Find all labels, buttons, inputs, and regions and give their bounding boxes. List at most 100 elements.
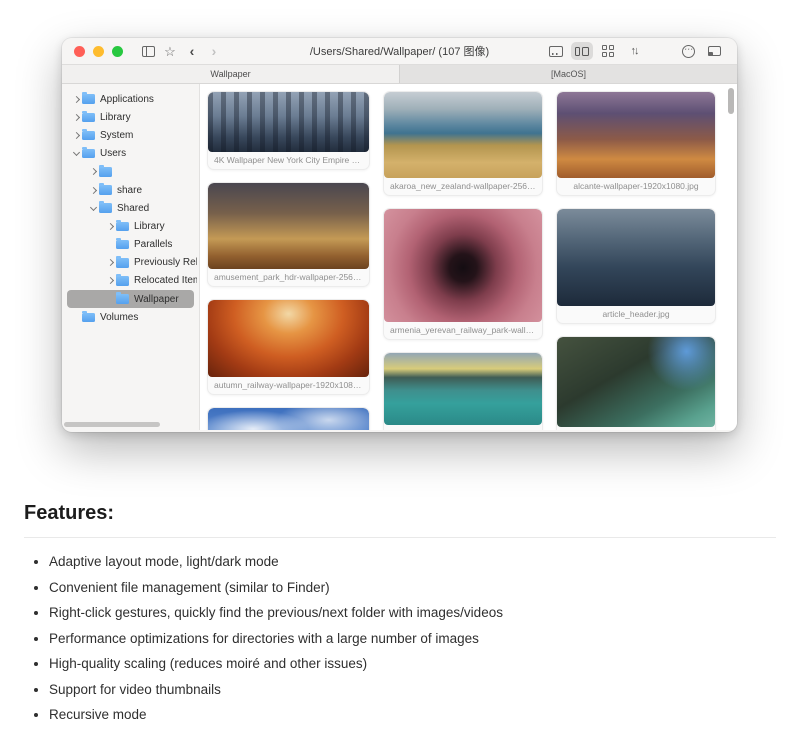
image-card[interactable]: armenia_yerevan_railway_park-wallpape… bbox=[383, 208, 543, 340]
chevron-right-icon[interactable] bbox=[72, 96, 79, 103]
bottom-bar-view-icon[interactable] bbox=[545, 42, 567, 60]
app-window: ☆ ‹ › /Users/Shared/Wallpaper/ (107 图像) … bbox=[62, 38, 737, 432]
sidebar-item-system[interactable]: System bbox=[62, 126, 199, 144]
picture-in-picture-icon[interactable] bbox=[703, 42, 725, 60]
features-heading: Features: bbox=[24, 502, 776, 538]
back-icon[interactable]: ‹ bbox=[181, 42, 203, 60]
sidebar-item-shared[interactable]: Shared bbox=[62, 199, 199, 217]
toolbar-right: ↑↓ ⋯ bbox=[545, 42, 725, 60]
feature-item: Recursive mode bbox=[49, 708, 776, 722]
grid-view-icon[interactable] bbox=[597, 42, 619, 60]
sidebar-item-applications[interactable]: Applications bbox=[62, 90, 199, 108]
chevron-right-icon[interactable] bbox=[89, 168, 96, 175]
sidebar-item-label: share bbox=[117, 185, 142, 196]
folder-icon bbox=[116, 294, 129, 304]
wallpaper-thumbnail[interactable] bbox=[557, 209, 715, 306]
image-card[interactable]: akaroa_new_zealand-wallpaper-2560x14… bbox=[383, 91, 543, 196]
folder-icon bbox=[99, 185, 112, 195]
feature-item: Adaptive layout mode, light/dark mode bbox=[49, 555, 776, 569]
folder-icon bbox=[82, 313, 95, 323]
chevron-right-icon[interactable] bbox=[89, 186, 96, 193]
tab-wallpaper[interactable]: Wallpaper bbox=[62, 65, 399, 83]
chevron-spacer bbox=[74, 315, 79, 320]
folder-icon bbox=[99, 167, 112, 177]
minimize-button[interactable] bbox=[93, 46, 104, 57]
sort-icon[interactable]: ↑↓ bbox=[623, 42, 645, 60]
image-grid: 4K Wallpaper New York City Empire Stat… … bbox=[200, 84, 737, 430]
image-card[interactable]: beautiful_waterfall-wallpaper-2560x14… bbox=[556, 336, 716, 430]
chevron-right-icon[interactable] bbox=[106, 259, 113, 266]
feature-item: Right-click gestures, quickly find the p… bbox=[49, 606, 776, 620]
folder-icon bbox=[99, 203, 112, 213]
image-card[interactable] bbox=[207, 407, 370, 430]
tab-bar: Wallpaper [MacOS] bbox=[62, 64, 737, 84]
wallpaper-thumbnail[interactable] bbox=[384, 353, 542, 425]
folder-icon bbox=[82, 113, 95, 123]
sidebar-item-volumes[interactable]: Volumes bbox=[62, 308, 199, 326]
image-card[interactable]: amusement_park_hdr-wallpaper-2560x1… bbox=[207, 182, 370, 287]
image-card[interactable]: alcante-wallpaper-1920x1080.jpg bbox=[556, 91, 716, 196]
wallpaper-thumbnail[interactable] bbox=[384, 92, 542, 178]
sidebar-item-relocated-items[interactable]: Relocated Items bbox=[62, 272, 199, 290]
image-card[interactable]: article_header.jpg bbox=[556, 208, 716, 324]
sidebar-item-label: Parallels bbox=[134, 239, 172, 250]
chevron-right-icon[interactable] bbox=[72, 132, 79, 139]
sidebar-item-previously-relocated[interactable]: Previously Relocate bbox=[62, 254, 199, 272]
sidebar-item-library[interactable]: Library bbox=[62, 108, 199, 126]
chevron-spacer bbox=[108, 297, 113, 302]
sidebar-item-unnamed[interactable] bbox=[62, 163, 199, 181]
grid-vertical-scrollbar[interactable] bbox=[728, 88, 734, 114]
chevron-down-icon[interactable] bbox=[89, 204, 96, 211]
split-view-icon[interactable] bbox=[571, 42, 593, 60]
sidebar: Applications Library System Users bbox=[62, 84, 200, 430]
sidebar-item-label: Library bbox=[134, 221, 165, 232]
sidebar-item-label: Volumes bbox=[100, 312, 138, 323]
zoom-button[interactable] bbox=[112, 46, 123, 57]
folder-icon bbox=[82, 131, 95, 141]
sidebar-item-users[interactable]: Users bbox=[62, 145, 199, 163]
sidebar-item-label: Wallpaper bbox=[134, 294, 179, 305]
grid-column: akaroa_new_zealand-wallpaper-2560x14… ar… bbox=[383, 91, 543, 430]
tab-macos[interactable]: [MacOS] bbox=[399, 65, 737, 83]
favorite-star-icon[interactable]: ☆ bbox=[159, 42, 181, 60]
wallpaper-thumbnail[interactable] bbox=[208, 92, 369, 152]
sidebar-item-wallpaper[interactable]: Wallpaper bbox=[67, 290, 194, 308]
wallpaper-thumbnail[interactable] bbox=[208, 300, 369, 377]
forward-icon[interactable]: › bbox=[203, 42, 225, 60]
sidebar-item-parallels[interactable]: Parallels bbox=[62, 236, 199, 254]
sidebar-item-label: System bbox=[100, 130, 133, 141]
chevron-right-icon[interactable] bbox=[106, 277, 113, 284]
chevron-right-icon[interactable] bbox=[106, 223, 113, 230]
more-options-icon[interactable]: ⋯ bbox=[677, 42, 699, 60]
image-caption: beautiful_waterfall-wallpaper-2560x14… bbox=[557, 427, 715, 430]
features-list: Adaptive layout mode, light/dark mode Co… bbox=[24, 555, 776, 722]
image-caption: beautiful_mountains_lake_hdr-wallpaper… bbox=[384, 425, 542, 430]
features-section: Features: Adaptive layout mode, light/da… bbox=[24, 502, 776, 734]
wallpaper-thumbnail[interactable] bbox=[384, 209, 542, 322]
feature-item: High-quality scaling (reduces moiré and … bbox=[49, 657, 776, 671]
sidebar-item-shared-library[interactable]: Library bbox=[62, 217, 199, 235]
image-card[interactable]: 4K Wallpaper New York City Empire Stat… bbox=[207, 91, 370, 170]
folder-icon bbox=[116, 222, 129, 232]
close-button[interactable] bbox=[74, 46, 85, 57]
feature-item: Convenient file management (similar to F… bbox=[49, 581, 776, 595]
image-caption: alcante-wallpaper-1920x1080.jpg bbox=[557, 178, 715, 195]
wallpaper-thumbnail[interactable] bbox=[208, 183, 369, 269]
image-caption: 4K Wallpaper New York City Empire Stat… bbox=[208, 152, 369, 169]
traffic-lights bbox=[74, 46, 123, 57]
folder-icon bbox=[116, 258, 129, 268]
image-card[interactable]: autumn_railway-wallpaper-1920x1080.jpg bbox=[207, 299, 370, 395]
wallpaper-thumbnail[interactable] bbox=[557, 337, 715, 427]
chevron-right-icon[interactable] bbox=[72, 114, 79, 121]
main-area: Applications Library System Users bbox=[62, 84, 737, 430]
image-caption: amusement_park_hdr-wallpaper-2560x1… bbox=[208, 269, 369, 286]
image-card[interactable]: beautiful_mountains_lake_hdr-wallpaper… bbox=[383, 352, 543, 430]
image-caption: autumn_railway-wallpaper-1920x1080.jpg bbox=[208, 377, 369, 394]
wallpaper-thumbnail[interactable] bbox=[557, 92, 715, 178]
sidebar-toggle-icon[interactable] bbox=[137, 42, 159, 60]
chevron-down-icon[interactable] bbox=[72, 149, 79, 156]
wallpaper-thumbnail[interactable] bbox=[208, 408, 369, 430]
sidebar-item-label: Previously Relocate bbox=[134, 257, 197, 268]
sidebar-horizontal-scrollbar[interactable] bbox=[64, 422, 160, 427]
sidebar-item-share[interactable]: share bbox=[62, 181, 199, 199]
